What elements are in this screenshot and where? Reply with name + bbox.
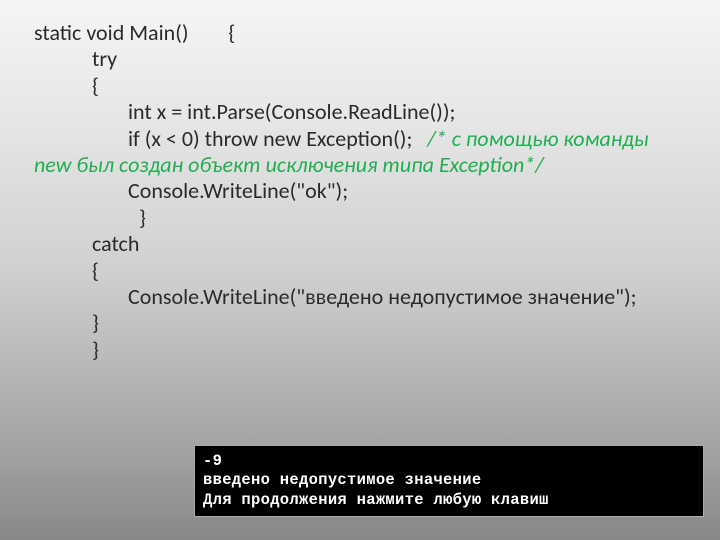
code-line-main: static void Main() { — [34, 20, 686, 46]
code-throw-text: if (x < 0) throw new Exception(); — [128, 125, 412, 152]
code-line-try: try — [34, 46, 686, 72]
code-line-brace-open-1: { — [34, 73, 686, 99]
code-line-throw: if (x < 0) throw new Exception(); /* с п… — [34, 126, 686, 179]
code-line-brace-close-3: } — [34, 337, 686, 363]
comment-mid: был создан объект исключения типа — [71, 151, 439, 178]
code-line-brace-close-1: } — [34, 205, 686, 231]
comment-exception-kw: Exception*/ — [439, 151, 544, 178]
comment-start: /* с помощью команды — [427, 125, 648, 152]
code-line-brace-open-2: { — [34, 258, 686, 284]
console-line-3: Для продолжения нажмите любую клавиш — [203, 491, 695, 510]
console-output: -9 введено недопустимое значение Для про… — [194, 445, 704, 517]
code-line-parse: int x = int.Parse(Console.ReadLine()); — [34, 99, 686, 125]
slide-content: static void Main() { try { int x = int.P… — [0, 0, 720, 363]
code-line-writeline-err: Console.WriteLine("введено недопустимое … — [34, 284, 686, 310]
console-line-2: введено недопустимое значение — [203, 471, 695, 490]
console-line-1: -9 — [203, 452, 695, 471]
comment-new-kw: new — [34, 151, 71, 178]
code-line-catch: catch — [34, 231, 686, 257]
code-line-ok: Console.WriteLine("ok"); — [34, 178, 686, 204]
code-err-text: Console.WriteLine("введено недопустимое … — [128, 283, 637, 310]
code-line-brace-close-2: } — [34, 310, 686, 336]
